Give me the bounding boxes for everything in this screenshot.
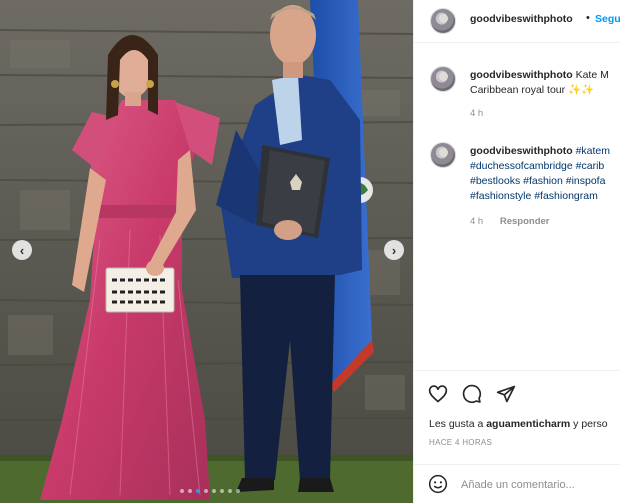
carousel-prev-button[interactable]: ‹ (12, 240, 32, 260)
caption-comment: goodvibeswithphoto Kate M Caribbean roya… (414, 66, 620, 126)
comment-username[interactable]: goodvibeswithphoto (470, 145, 573, 157)
comment-body: goodvibeswithphoto Kate M Caribbean roya… (470, 68, 620, 98)
comment-text: Kate M (575, 69, 609, 81)
carousel-next-button[interactable]: › (384, 240, 404, 260)
likes-suffix[interactable]: y perso (570, 418, 607, 430)
post-side-pane: goodvibeswithphoto • Segu goodvibeswithp… (413, 0, 620, 503)
comment-username[interactable]: goodvibeswithphoto (470, 69, 573, 81)
smiley-icon[interactable] (428, 474, 448, 494)
comment-input[interactable] (461, 476, 616, 494)
post-timestamp: HACE 4 HORAS (429, 438, 493, 447)
comment-meta: 4 h (470, 108, 497, 119)
heart-icon[interactable] (428, 384, 448, 404)
paper-plane-icon[interactable] (496, 384, 516, 404)
hashtag-comment: goodvibeswithphoto #katem #duchessofcamb… (414, 142, 620, 234)
comment-bubble-icon[interactable] (462, 384, 482, 404)
carousel-dot (196, 489, 200, 493)
carousel-dot (212, 489, 216, 493)
chevron-right-icon: › (391, 242, 397, 258)
post-photo[interactable]: ‹ › (0, 0, 413, 503)
carousel-dot (204, 489, 208, 493)
hashtag-line[interactable]: #bestlooks #fashion #inspofa (470, 174, 620, 189)
chevron-left-icon: ‹ (19, 242, 25, 258)
carousel-dot (236, 489, 240, 493)
comment-text-line: Caribbean royal tour ✨✨ (470, 84, 595, 96)
carousel-dot (180, 489, 184, 493)
carousel-dots (180, 489, 240, 493)
comment-meta: 4 h Responder (470, 216, 563, 227)
add-comment-bar (414, 464, 620, 503)
avatar[interactable] (430, 142, 456, 168)
comment-body: goodvibeswithphoto #katem #duchessofcamb… (470, 144, 620, 204)
reply-button[interactable]: Responder (500, 216, 550, 227)
header-username[interactable]: goodvibeswithphoto (470, 13, 573, 25)
header-separator: • (586, 12, 590, 24)
hashtag-link[interactable]: #katem (576, 145, 610, 157)
carousel-dot (228, 489, 232, 493)
comment-time[interactable]: 4 h (470, 108, 483, 119)
comment-time[interactable]: 4 h (470, 216, 483, 227)
hashtag-line[interactable]: #duchessofcambridge #carib (470, 159, 620, 174)
follow-button[interactable]: Segu (595, 13, 620, 25)
post-header: goodvibeswithphoto • Segu (414, 0, 620, 43)
hashtag-line[interactable]: #fashionstyle #fashiongram (470, 189, 620, 204)
carousel-dot (220, 489, 224, 493)
carousel-dot (188, 489, 192, 493)
likes-prefix: Les gusta a (429, 418, 487, 430)
avatar[interactable] (430, 8, 456, 34)
photo-illustration (0, 0, 413, 503)
likes-summary: Les gusta a aguamenticharm y perso (429, 418, 608, 430)
avatar[interactable] (430, 66, 456, 92)
likes-user-link[interactable]: aguamenticharm (486, 418, 570, 430)
